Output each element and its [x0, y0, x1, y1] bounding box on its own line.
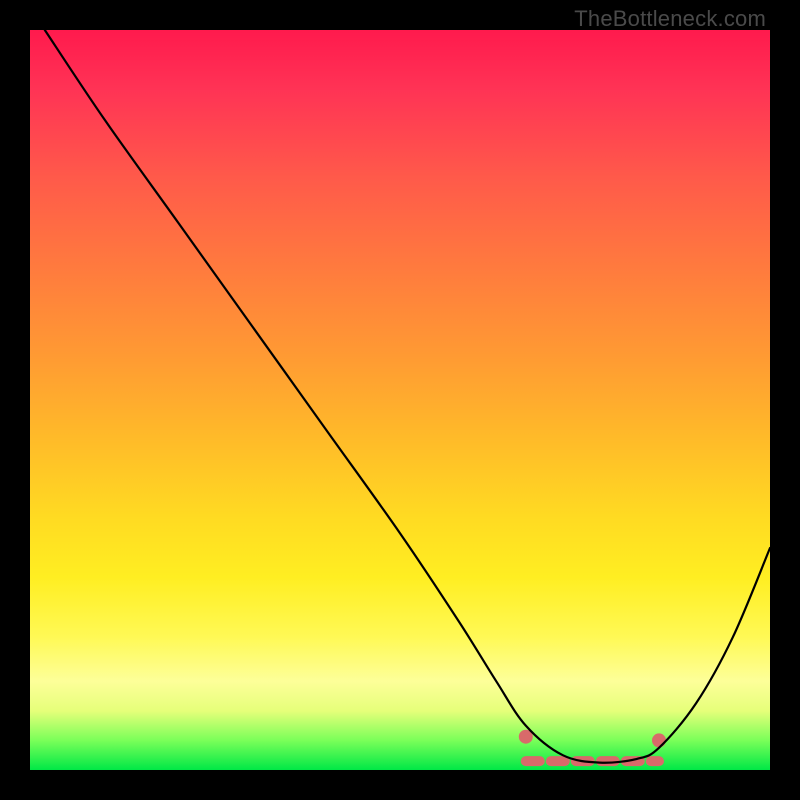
optimal-marker-right — [652, 733, 666, 747]
chart-svg — [30, 30, 770, 770]
plot-area — [30, 30, 770, 770]
watermark-text: TheBottleneck.com — [574, 6, 766, 32]
chart-frame: TheBottleneck.com — [0, 0, 800, 800]
bottleneck-curve — [45, 30, 770, 763]
